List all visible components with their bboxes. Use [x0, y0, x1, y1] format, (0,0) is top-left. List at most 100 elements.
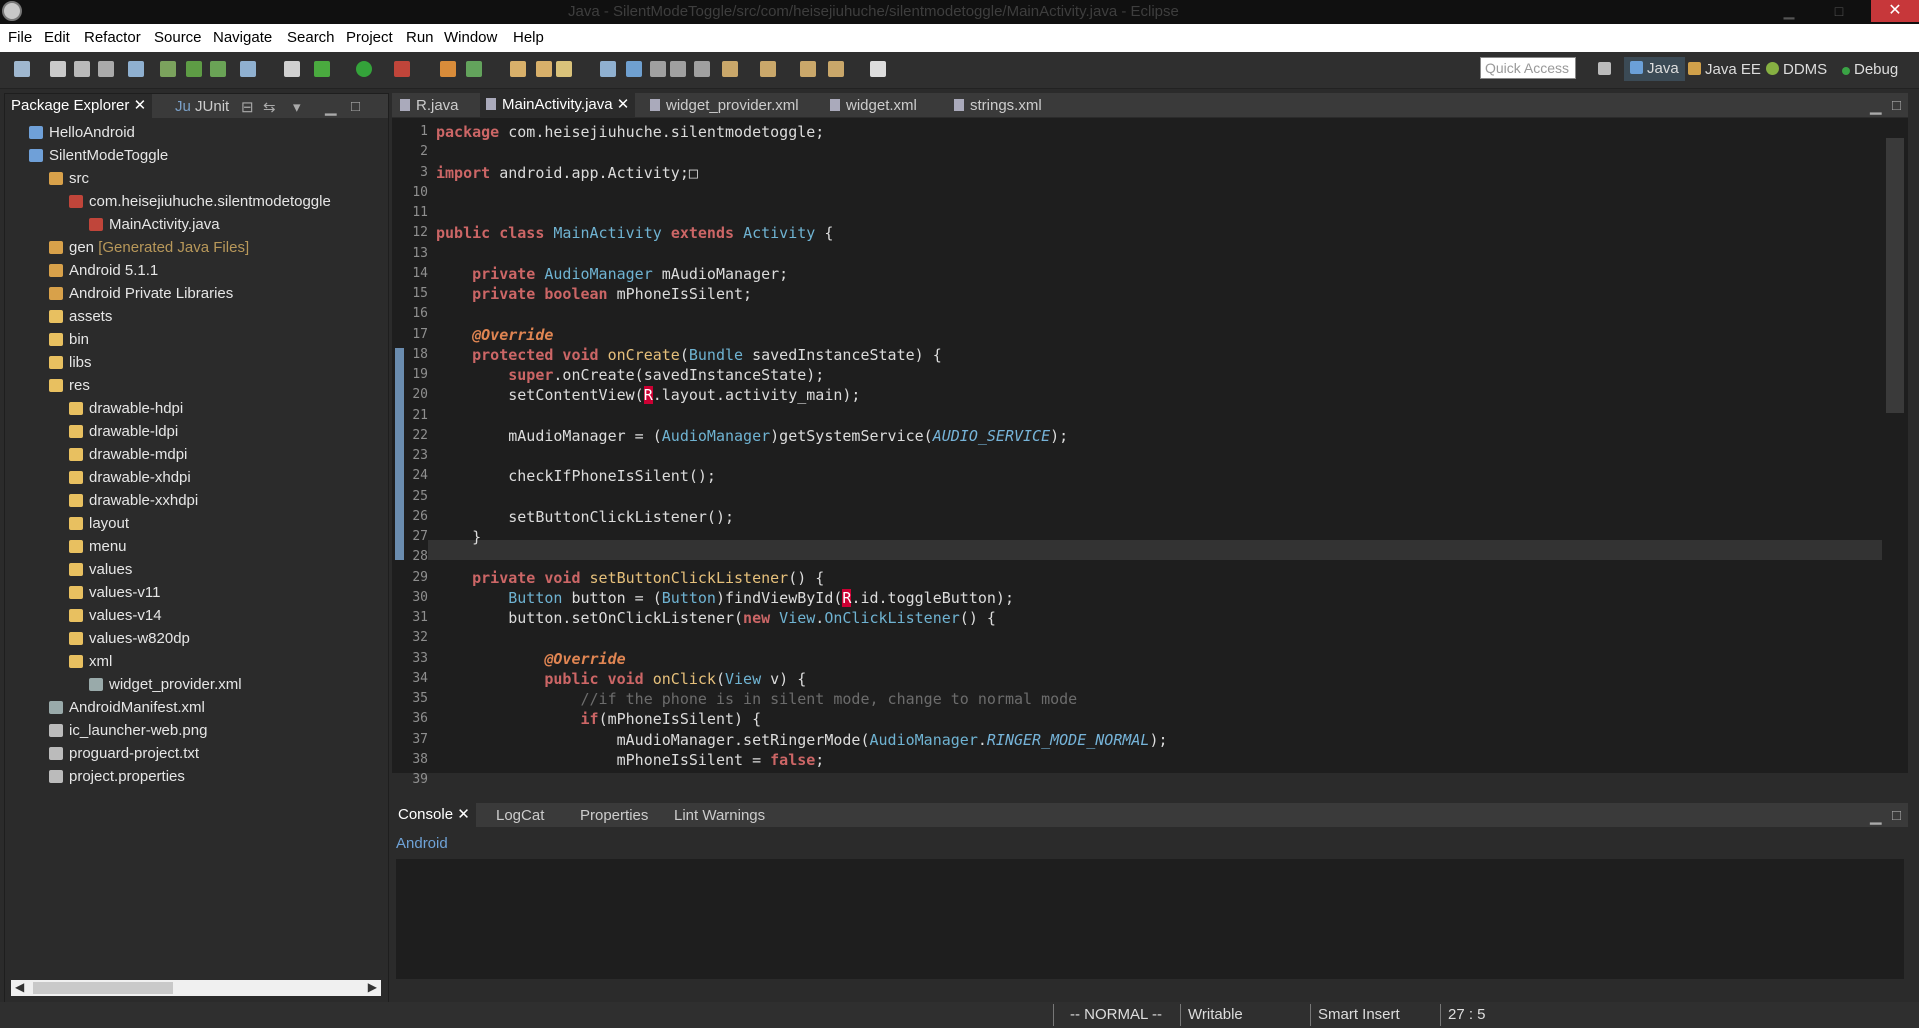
code-line[interactable]: public void onClick(View v) {: [436, 669, 806, 689]
tree-node[interactable]: drawable-ldpi: [69, 421, 178, 443]
new-android-project-icon[interactable]: [240, 61, 256, 77]
editor-vertical-scrollbar[interactable]: [1882, 118, 1908, 773]
open-type-icon[interactable]: [510, 61, 526, 77]
tab-r-java[interactable]: R.java: [400, 97, 459, 114]
tree-node[interactable]: Android Private Libraries: [49, 283, 233, 305]
tree-node[interactable]: drawable-mdpi: [69, 444, 187, 466]
new-test-icon[interactable]: [284, 61, 300, 77]
save-all-icon[interactable]: [74, 61, 90, 77]
console-output[interactable]: [396, 859, 1904, 979]
code-line[interactable]: //if the phone is in silent mode, change…: [436, 689, 1078, 709]
code-line[interactable]: mAudioManager = (AudioManager)getSystemS…: [436, 426, 1068, 446]
perspective-ddms[interactable]: DDMS: [1766, 61, 1827, 78]
perspective-java-ee[interactable]: Java EE: [1688, 61, 1761, 78]
tree-node[interactable]: assets: [49, 306, 112, 328]
tree-node[interactable]: HelloAndroid: [29, 122, 135, 144]
perspective-java[interactable]: Java: [1624, 57, 1685, 81]
tab-widget-provider-xml[interactable]: widget_provider.xml: [650, 97, 799, 114]
code-line[interactable]: public class MainActivity extends Activi…: [436, 223, 833, 243]
minimize-panel-icon[interactable]: ▁: [325, 98, 337, 116]
code-line[interactable]: checkIfPhoneIsSilent();: [436, 466, 716, 486]
editor-scrollbar-thumb[interactable]: [1886, 138, 1904, 413]
skip-breakpoints-icon[interactable]: [128, 61, 144, 77]
tab-junit[interactable]: Ju JUnit: [175, 98, 229, 115]
forward-icon[interactable]: [828, 61, 844, 77]
menu-help[interactable]: Help: [513, 29, 544, 46]
tab-mainactivity-java[interactable]: MainActivity.java ✕: [480, 93, 636, 117]
tree-node[interactable]: SilentModeToggle: [29, 145, 168, 167]
tab-console[interactable]: Console ✕: [392, 803, 476, 827]
new-java-project-icon[interactable]: [440, 61, 456, 77]
tree-node[interactable]: xml: [69, 651, 112, 673]
tree-node[interactable]: src: [49, 168, 89, 190]
close-tab-icon[interactable]: ✕: [617, 96, 630, 113]
debug-icon[interactable]: [314, 61, 330, 77]
tree-node[interactable]: Android 5.1.1: [49, 260, 158, 282]
menu-search[interactable]: Search: [287, 29, 335, 46]
minimize-editor-icon[interactable]: ▁: [1870, 97, 1882, 115]
tree-node[interactable]: layout: [69, 513, 129, 535]
back-icon[interactable]: [800, 61, 816, 77]
tab-widget-xml[interactable]: widget.xml: [830, 97, 917, 114]
menu-window[interactable]: Window: [444, 29, 497, 46]
tree-node[interactable]: libs: [49, 352, 92, 374]
tab-lint-warnings[interactable]: Lint Warnings: [674, 807, 765, 824]
tree-node[interactable]: values-w820dp: [69, 628, 190, 650]
menu-source[interactable]: Source: [154, 29, 202, 46]
menu-refactor[interactable]: Refactor: [84, 29, 141, 46]
perspective-debug[interactable]: Debug: [1842, 61, 1898, 78]
tree-node[interactable]: bin: [49, 329, 89, 351]
link-with-editor-icon[interactable]: ⇆: [263, 98, 276, 116]
pin-editor-icon[interactable]: [694, 61, 710, 77]
new-icon[interactable]: [14, 61, 30, 77]
annotation-icon[interactable]: [670, 61, 686, 77]
tree-node[interactable]: values-v11: [69, 582, 160, 604]
editor-horizontal-scrollbar[interactable]: [428, 773, 1882, 789]
code-line[interactable]: @Override: [436, 649, 625, 669]
android-sdk-icon[interactable]: [160, 61, 176, 77]
tree-node[interactable]: gen [Generated Java Files]: [49, 237, 249, 259]
code-line[interactable]: if(mPhoneIsSilent) {: [436, 709, 762, 729]
tab-properties[interactable]: Properties: [580, 807, 648, 824]
code-line[interactable]: import android.app.Activity;□: [436, 163, 698, 183]
menu-run[interactable]: Run: [406, 29, 434, 46]
code-line[interactable]: protected void onCreate(Bundle savedInst…: [436, 345, 942, 365]
tree-node[interactable]: values-v14: [69, 605, 162, 627]
tree-node[interactable]: drawable-xxhdpi: [69, 490, 198, 512]
open-task-icon[interactable]: [536, 61, 552, 77]
maximize-panel-icon[interactable]: □: [351, 98, 360, 115]
close-window-button[interactable]: ✕: [1871, 0, 1919, 22]
code-line[interactable]: mAudioManager.setRingerMode(AudioManager…: [436, 730, 1168, 750]
code-area[interactable]: 1 package com.heisejiuhuche.silentmodetog…: [392, 118, 1882, 789]
previous-annotation-icon[interactable]: [760, 61, 776, 77]
menu-edit[interactable]: Edit: [44, 29, 70, 46]
menu-project[interactable]: Project: [346, 29, 393, 46]
toggle-block-selection-icon[interactable]: [626, 61, 642, 77]
code-line[interactable]: setButtonClickListener();: [436, 507, 734, 527]
maximize-editor-icon[interactable]: □: [1892, 97, 1901, 114]
code-line[interactable]: @Override: [436, 325, 553, 345]
tree-node[interactable]: AndroidManifest.xml: [49, 697, 205, 719]
code-line[interactable]: private void setButtonClickListener() {: [436, 568, 824, 588]
scrollbar-thumb[interactable]: [33, 982, 173, 994]
tree-node[interactable]: drawable-xhdpi: [69, 467, 191, 489]
scroll-left-icon[interactable]: ◀: [15, 980, 24, 994]
avd-manager-icon[interactable]: [186, 61, 202, 77]
tab-logcat[interactable]: LogCat: [496, 807, 544, 824]
tree-node[interactable]: MainActivity.java: [89, 214, 220, 236]
open-perspective-button[interactable]: [1598, 61, 1615, 78]
code-line[interactable]: private AudioManager mAudioManager;: [436, 264, 788, 284]
explorer-horizontal-scrollbar[interactable]: ◀ ▶: [11, 980, 381, 996]
tree-node[interactable]: proguard-project.txt: [49, 743, 199, 765]
tree-node[interactable]: project.properties: [49, 766, 185, 788]
code-line[interactable]: super.onCreate(savedInstanceState);: [436, 365, 824, 385]
maximize-console-icon[interactable]: □: [1892, 807, 1901, 824]
run-icon[interactable]: [356, 61, 372, 77]
tree-node[interactable]: res: [49, 375, 90, 397]
maximize-button[interactable]: □: [1819, 0, 1859, 22]
tree-node[interactable]: menu: [69, 536, 127, 558]
tree-node[interactable]: widget_provider.xml: [89, 674, 242, 696]
save-icon[interactable]: [50, 61, 66, 77]
close-tab-icon[interactable]: ✕: [457, 806, 470, 823]
scroll-right-icon[interactable]: ▶: [368, 980, 377, 994]
